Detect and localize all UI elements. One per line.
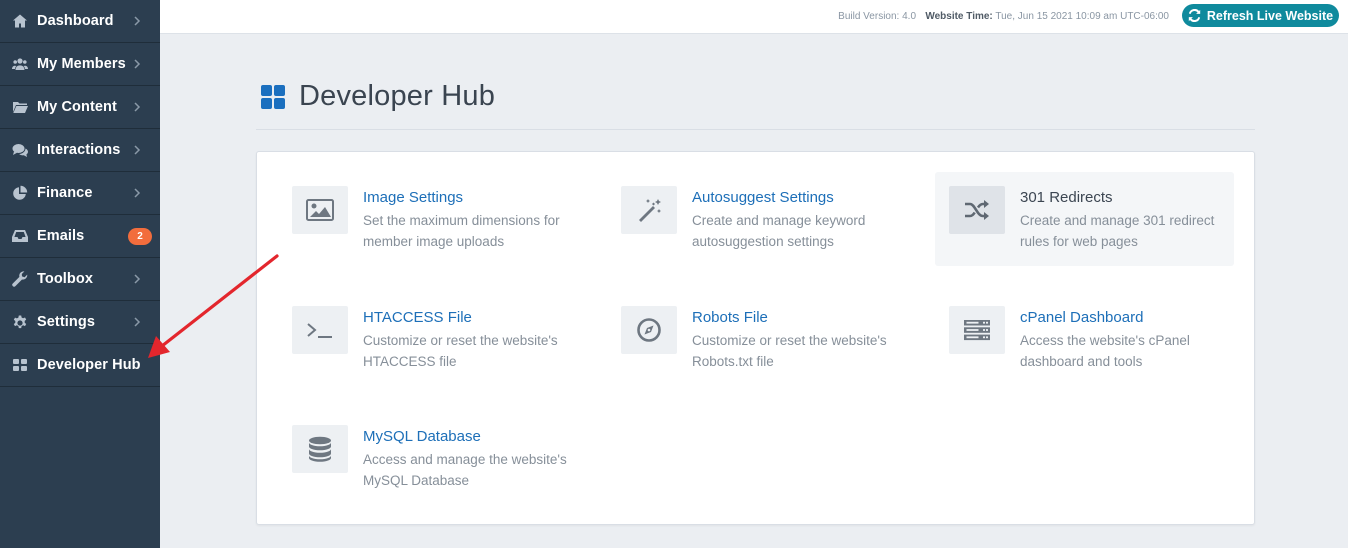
- tool-description: Create and manage keyword autosuggestion…: [692, 213, 866, 249]
- tool-description: Customize or reset the website's HTACCES…: [363, 333, 558, 369]
- sidebar-item-interactions[interactable]: Interactions: [0, 129, 160, 172]
- tool-name: 301 Redirects: [1020, 189, 1113, 206]
- tool-name: Autosuggest Settings: [692, 189, 834, 206]
- sidebar-item-my-members[interactable]: My Members: [0, 43, 160, 86]
- gear-icon: [11, 313, 29, 331]
- website-time-label: Website Time:: [925, 11, 993, 22]
- page-title: Developer Hub: [260, 80, 495, 113]
- sidebar-item-label: Dashboard: [37, 13, 114, 29]
- users-icon: [11, 55, 29, 73]
- tool-autosuggest-settings[interactable]: Autosuggest Settings Create and manage k…: [607, 172, 906, 266]
- tool-name: MySQL Database: [363, 428, 481, 445]
- chevron-right-icon: [130, 99, 144, 115]
- sidebar-item-label: Emails: [37, 228, 85, 244]
- sidebar-item-label: Finance: [37, 185, 93, 201]
- refresh-icon: [1188, 9, 1201, 22]
- pie-chart-icon: [11, 184, 29, 202]
- tool-tile: [292, 306, 348, 354]
- tool-mysql-database[interactable]: MySQL Database Access and manage the web…: [278, 411, 577, 505]
- inbox-icon: [11, 227, 29, 245]
- compass-icon: [637, 318, 661, 342]
- tool-301-redirects[interactable]: 301 Redirects Create and manage 301 redi…: [935, 172, 1234, 266]
- grid-icon: [11, 356, 29, 374]
- chevron-right-icon: [130, 271, 144, 287]
- tool-description: Access the website's cPanel dashboard an…: [1020, 333, 1190, 369]
- comments-icon: [11, 141, 29, 159]
- sidebar-item-emails[interactable]: Emails 2: [0, 215, 160, 258]
- tool-name: HTACCESS File: [363, 309, 472, 326]
- chevron-right-icon: [130, 185, 144, 201]
- terminal-icon: [307, 323, 332, 338]
- sidebar-item-settings[interactable]: Settings: [0, 301, 160, 344]
- tool-tile: [949, 306, 1005, 354]
- tool-name: Image Settings: [363, 189, 464, 206]
- folder-icon: [11, 98, 29, 116]
- tool-cpanel-dashboard[interactable]: cPanel Dashboard Access the website's cP…: [935, 292, 1234, 386]
- sidebar-item-dashboard[interactable]: Dashboard: [0, 0, 160, 43]
- tool-tile: [292, 186, 348, 234]
- tools-card: Image Settings Set the maximum dimension…: [256, 151, 1255, 525]
- sidebar-item-label: Toolbox: [37, 271, 94, 287]
- sidebar-item-label: My Content: [37, 99, 117, 115]
- chevron-right-icon: [130, 56, 144, 72]
- sidebar-item-label: Developer Hub: [37, 357, 141, 373]
- chevron-right-icon: [130, 13, 144, 29]
- refresh-label: Refresh Live Website: [1206, 8, 1334, 23]
- sidebar-item-my-content[interactable]: My Content: [0, 86, 160, 129]
- sidebar-item-finance[interactable]: Finance: [0, 172, 160, 215]
- image-icon: [306, 199, 334, 221]
- website-time-value: Tue, Jun 15 2021 10:09 am UTC-06:00: [995, 11, 1169, 22]
- tool-image-settings[interactable]: Image Settings Set the maximum dimension…: [278, 172, 577, 266]
- tool-description: Set the maximum dimensions for member im…: [363, 213, 560, 249]
- home-icon: [11, 12, 29, 30]
- sidebar-item-label: Interactions: [37, 142, 121, 158]
- shuffle-icon: [965, 200, 989, 220]
- tool-htaccess-file[interactable]: HTACCESS File Customize or reset the web…: [278, 292, 577, 386]
- divider: [256, 129, 1255, 130]
- refresh-live-website-button[interactable]: Refresh Live Website: [1182, 4, 1339, 27]
- chevron-right-icon: [130, 314, 144, 330]
- page-title-text: Developer Hub: [299, 80, 496, 112]
- grid-icon: [260, 84, 286, 110]
- tool-name: cPanel Dashboard: [1020, 309, 1144, 326]
- sidebar-item-label: My Members: [37, 56, 126, 72]
- tool-description: Customize or reset the website's Robots.…: [692, 333, 887, 369]
- website-time: Website Time: Tue, Jun 15 2021 10:09 am …: [925, 11, 1169, 22]
- tool-description: Create and manage 301 redirect rules for…: [1020, 213, 1215, 249]
- wrench-icon: [11, 270, 29, 288]
- notification-badge: 2: [128, 228, 152, 245]
- build-version: Build Version: 4.0: [838, 11, 916, 22]
- chevron-right-icon: [130, 142, 144, 158]
- database-icon: [309, 436, 331, 462]
- sidebar-item-toolbox[interactable]: Toolbox: [0, 258, 160, 301]
- server-icon: [964, 320, 990, 341]
- tool-tile: [949, 186, 1005, 234]
- sidebar-item-developer-hub[interactable]: Developer Hub: [0, 344, 160, 387]
- tool-name: Robots File: [692, 309, 768, 326]
- sidebar-item-label: Settings: [37, 314, 95, 330]
- magic-wand-icon: [639, 199, 661, 222]
- sidebar: Dashboard My Members My Content Interact…: [0, 0, 160, 548]
- tool-robots-file[interactable]: Robots File Customize or reset the websi…: [607, 292, 906, 386]
- tool-tile: [292, 425, 348, 473]
- top-bar: Build Version: 4.0 Website Time: Tue, Ju…: [160, 0, 1348, 34]
- tool-description: Access and manage the website's MySQL Da…: [363, 452, 567, 488]
- tool-tile: [621, 306, 677, 354]
- tool-tile: [621, 186, 677, 234]
